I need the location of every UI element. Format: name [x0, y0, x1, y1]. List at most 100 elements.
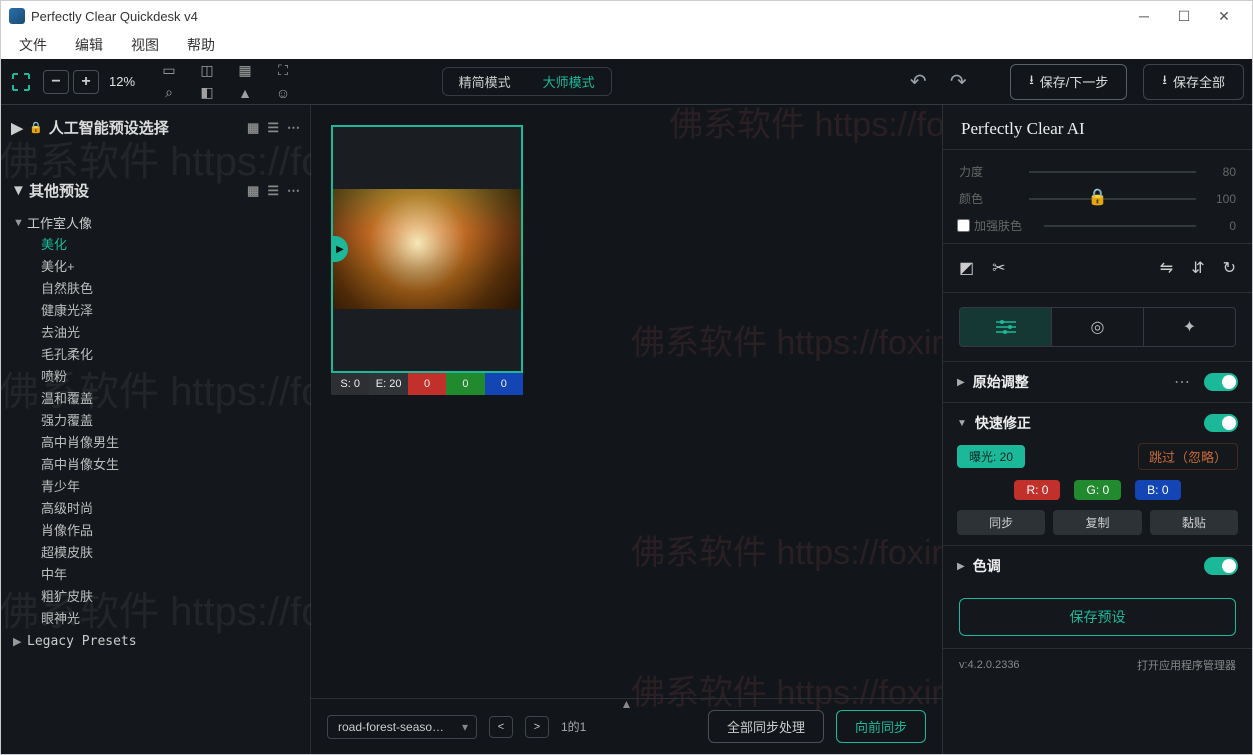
transform-icon[interactable]: ◩ [959, 258, 974, 278]
prev-button[interactable]: < [489, 716, 513, 738]
histogram-icon[interactable]: ▲ [231, 83, 259, 103]
sync-forward-button[interactable]: 向前同步 [836, 710, 926, 743]
ai-color-slider[interactable] [1029, 198, 1196, 200]
file-dropdown[interactable]: road-forest-season-au [327, 715, 477, 739]
grid-view-icon[interactable]: ▦ [247, 120, 259, 136]
paste-button[interactable]: 黏贴 [1150, 510, 1238, 535]
view-grid-icon[interactable]: ▦ [231, 61, 259, 81]
menu-view[interactable]: 视图 [119, 33, 171, 57]
next-button[interactable]: > [525, 716, 549, 738]
expand-up-icon[interactable]: ▲ [621, 697, 633, 711]
preset-item[interactable]: 美化+ [41, 256, 310, 278]
preset-item[interactable]: 喷粉 [41, 366, 310, 388]
orig-adjust-toggle[interactable] [1204, 373, 1238, 391]
preset-item[interactable]: 青少年 [41, 476, 310, 498]
crop-icon[interactable]: ✂ [992, 258, 1005, 278]
g-chip[interactable]: G: 0 [1074, 480, 1121, 500]
sync-all-button[interactable]: 全部同步处理 [708, 710, 824, 743]
preset-item[interactable]: 健康光泽 [41, 300, 310, 322]
app-window: Perfectly Clear Quickdesk v4 ─ ☐ ✕ 文件 编辑… [0, 0, 1253, 755]
view-crop-icon[interactable]: ⛶ [269, 61, 297, 81]
tone-header[interactable]: ▶ 色调 [957, 556, 1238, 576]
list-view-icon[interactable]: ☰ [267, 120, 279, 136]
preset-item[interactable]: 中年 [41, 564, 310, 586]
image-thumbnail[interactable]: ▶ [331, 125, 523, 373]
right-panel: Perfectly Clear AI 力度 80 颜色 100 加强肤色 [942, 105, 1252, 754]
more-icon[interactable]: ⋯ [287, 120, 300, 136]
tab-retouch[interactable]: ◎ [1052, 308, 1144, 346]
lock-icon: 🔒 [29, 121, 43, 134]
ai-skin-value: 0 [1206, 219, 1236, 233]
thumb-r-value: 0 [408, 373, 446, 395]
close-button[interactable]: ✕ [1204, 2, 1244, 30]
flip-v-icon[interactable]: ⇵ [1191, 258, 1204, 278]
preset-item[interactable]: 眼神光 [41, 608, 310, 630]
view-split-icon[interactable]: ◫ [193, 61, 221, 81]
ai-skin-checkbox[interactable] [957, 219, 970, 232]
preset-item[interactable]: 强力覆盖 [41, 410, 310, 432]
preset-item[interactable]: 肖像作品 [41, 520, 310, 542]
ai-strength-slider[interactable] [1029, 171, 1196, 173]
zoom-controls: − + 12% [43, 70, 135, 94]
minimize-button[interactable]: ─ [1124, 2, 1164, 30]
undo-button[interactable]: ↶ [906, 70, 930, 94]
save-all-label: 保存全部 [1173, 72, 1225, 91]
download-icon: ⭳ [1162, 71, 1167, 93]
view-single-icon[interactable]: ▭ [155, 61, 183, 81]
quick-fix-header[interactable]: ▼ 快速修正 [957, 413, 1238, 433]
orig-adjust-header[interactable]: ▶ 原始调整 ⋯ [957, 372, 1238, 392]
sync-button[interactable]: 同步 [957, 510, 1045, 535]
rotate-icon[interactable]: ↻ [1223, 258, 1236, 278]
tone-toggle[interactable] [1204, 557, 1238, 575]
preset-item[interactable]: 高中肖像女生 [41, 454, 310, 476]
save-all-button[interactable]: ⭳ 保存全部 [1143, 64, 1244, 100]
search-icon[interactable]: ⌕ [155, 83, 183, 103]
maximize-button[interactable]: ☐ [1164, 2, 1204, 30]
save-next-button[interactable]: ⭳ 保存/下一步 [1010, 64, 1127, 100]
redo-button[interactable]: ↷ [946, 70, 970, 94]
preset-item[interactable]: 高中肖像男生 [41, 432, 310, 454]
zoom-out-button[interactable]: − [43, 70, 69, 94]
preset-item[interactable]: 高级时尚 [41, 498, 310, 520]
list-view-icon[interactable]: ☰ [267, 183, 279, 199]
other-presets-title: 其他预设 [29, 180, 89, 201]
zoom-in-button[interactable]: + [73, 70, 99, 94]
tree-category-studio[interactable]: ▼ 工作室人像 [13, 211, 310, 234]
more-icon[interactable]: ⋯ [287, 183, 300, 199]
more-icon[interactable]: ⋯ [1174, 372, 1190, 392]
preset-item[interactable]: 温和覆盖 [41, 388, 310, 410]
tab-effects[interactable]: ✦ [1144, 308, 1235, 346]
task-manager-link[interactable]: 打开应用程序管理器 [1137, 657, 1236, 673]
menu-edit[interactable]: 编辑 [63, 33, 115, 57]
mode-master[interactable]: 大师模式 [527, 68, 611, 95]
skip-chip[interactable]: 跳过（忽略） [1138, 443, 1238, 470]
main-body: ▶ 🔒 人工智能预设选择 ▦ ☰ ⋯ 佛系软件 https://foxirj.c… [1, 105, 1252, 754]
r-chip[interactable]: R: 0 [1014, 480, 1060, 500]
preset-item[interactable]: 美化 [41, 234, 310, 256]
preset-item[interactable]: 超模皮肤 [41, 542, 310, 564]
preset-item[interactable]: 粗犷皮肤 [41, 586, 310, 608]
copy-button[interactable]: 复制 [1053, 510, 1141, 535]
mode-switch: 精简模式 大师模式 [442, 67, 612, 96]
flip-h-icon[interactable]: ⇋ [1160, 258, 1173, 278]
tree-category-legacy[interactable]: ▶ Legacy Presets [13, 632, 310, 651]
menu-help[interactable]: 帮助 [175, 33, 227, 57]
save-preset-button[interactable]: 保存预设 [959, 598, 1236, 636]
preset-item[interactable]: 毛孔柔化 [41, 344, 310, 366]
grid-view-icon[interactable]: ▦ [247, 183, 259, 199]
ai-skin-slider[interactable] [1044, 225, 1196, 227]
b-chip[interactable]: B: 0 [1135, 480, 1180, 500]
tab-adjustments[interactable] [960, 308, 1052, 346]
other-presets-header[interactable]: ▼ 其他预设 ▦ ☰ ⋯ [1, 174, 310, 207]
face-icon[interactable]: ☺ [269, 83, 297, 103]
preset-item[interactable]: 去油光 [41, 322, 310, 344]
thumbnail-area: ▶ S: 0 E: 20 0 0 0 [311, 105, 942, 415]
exposure-chip[interactable]: 曝光: 20 [957, 445, 1025, 468]
menu-file[interactable]: 文件 [7, 33, 59, 57]
mode-simple[interactable]: 精简模式 [443, 68, 527, 95]
compare-icon[interactable]: ◧ [193, 83, 221, 103]
fit-screen-icon[interactable] [9, 70, 33, 94]
preset-item[interactable]: 自然肤色 [41, 278, 310, 300]
quick-fix-toggle[interactable] [1204, 414, 1238, 432]
ai-presets-header[interactable]: ▶ 🔒 人工智能预设选择 ▦ ☰ ⋯ [1, 111, 310, 144]
